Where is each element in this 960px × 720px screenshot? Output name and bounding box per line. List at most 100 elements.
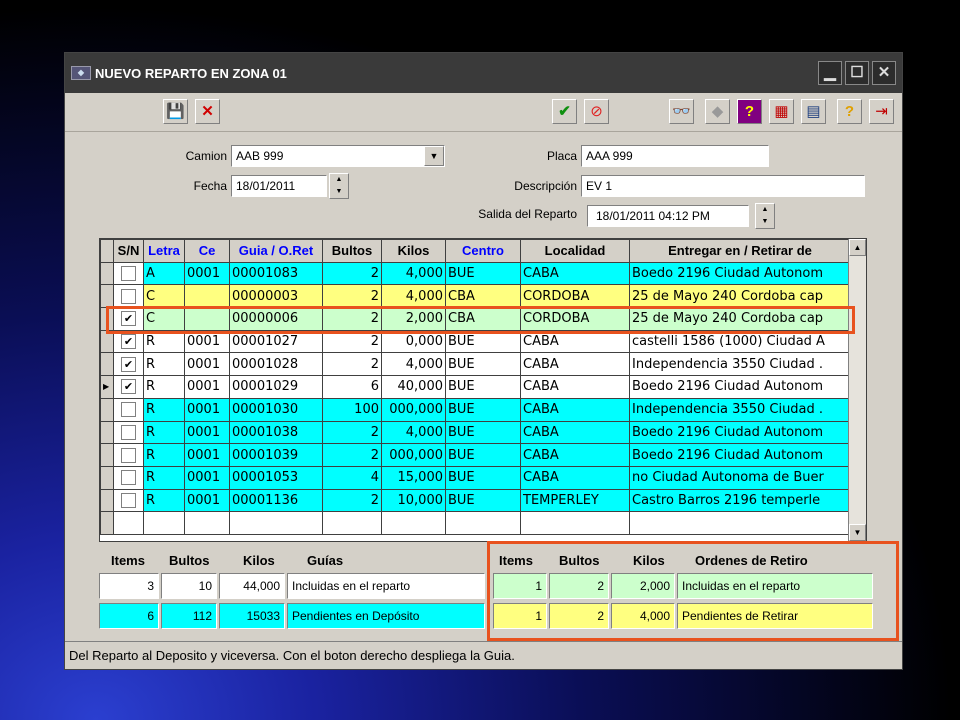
cell-ce[interactable]: 0001 bbox=[184, 465, 230, 490]
cell-letra[interactable] bbox=[143, 511, 185, 535]
col-header-centro[interactable]: Centro bbox=[445, 239, 521, 263]
cell-ce[interactable]: 0001 bbox=[184, 397, 230, 422]
cancel-button[interactable]: ✕ bbox=[195, 99, 220, 124]
cell-kilos[interactable]: 10,000 bbox=[381, 488, 446, 513]
help-book-button[interactable]: ? bbox=[737, 99, 762, 124]
cell-ce[interactable]: 0001 bbox=[184, 443, 230, 467]
cell-ce[interactable]: 0001 bbox=[184, 420, 230, 445]
cell-localidad[interactable]: CABA bbox=[520, 375, 630, 399]
col-header-kilos[interactable]: Kilos bbox=[381, 239, 446, 263]
cell-bultos[interactable]: 6 bbox=[322, 375, 382, 399]
help-button[interactable]: ? bbox=[837, 99, 862, 124]
cell-destino[interactable]: Independencia 3550 Ciudad . bbox=[629, 397, 851, 422]
cell-destino[interactable]: Castro Barros 2196 temperle bbox=[629, 488, 851, 513]
save-button[interactable]: 💾 bbox=[163, 99, 188, 124]
cell-centro[interactable]: BUE bbox=[445, 488, 521, 513]
grid-scrollbar[interactable]: ▲ ▼ bbox=[848, 239, 866, 541]
accept-button[interactable]: ✔ bbox=[552, 99, 577, 124]
cell-localidad[interactable]: CABA bbox=[520, 420, 630, 445]
cell-letra[interactable]: R bbox=[143, 465, 185, 490]
cell-centro[interactable]: BUE bbox=[445, 443, 521, 467]
cell-centro[interactable]: BUE bbox=[445, 261, 521, 286]
tag-button[interactable]: ◆ bbox=[705, 99, 730, 124]
cell-bultos[interactable]: 2 bbox=[322, 420, 382, 445]
row-checkbox[interactable] bbox=[121, 447, 136, 463]
cell-centro[interactable]: BUE bbox=[445, 420, 521, 445]
cell-letra[interactable]: R bbox=[143, 352, 185, 377]
cell-bultos[interactable]: 2 bbox=[322, 488, 382, 513]
cell-destino[interactable]: Independencia 3550 Ciudad . bbox=[629, 352, 851, 377]
cell-letra[interactable]: A bbox=[143, 261, 185, 286]
cell-bultos[interactable]: 100 bbox=[322, 397, 382, 422]
cell-kilos[interactable]: 4,000 bbox=[381, 352, 446, 377]
cell-guia[interactable]: 00001038 bbox=[229, 420, 323, 445]
cell-guia[interactable]: 00000003 bbox=[229, 284, 323, 309]
row-checkbox[interactable]: ✔ bbox=[121, 356, 136, 372]
cell-letra[interactable]: R bbox=[143, 420, 185, 445]
cell-guia[interactable]: 00001028 bbox=[229, 352, 323, 377]
table-row[interactable] bbox=[100, 511, 851, 535]
cell-centro[interactable]: BUE bbox=[445, 352, 521, 377]
col-header-destino[interactable]: Entregar en / Retirar de bbox=[629, 239, 851, 263]
cell-destino[interactable]: Boedo 2196 Ciudad Autonom bbox=[629, 261, 851, 286]
row-checkbox[interactable] bbox=[121, 266, 136, 282]
cell-bultos[interactable] bbox=[322, 511, 382, 535]
row-checkbox[interactable] bbox=[121, 470, 136, 486]
search-button[interactable]: 👓 bbox=[669, 99, 694, 124]
cell-bultos[interactable]: 4 bbox=[322, 465, 382, 490]
table-row[interactable]: A 0001 00001083 2 4,000 BUE CABA Boedo 2196 Ciu… bbox=[100, 261, 851, 286]
salida-field[interactable]: 18/01/2011 04:12 PM bbox=[587, 205, 749, 227]
reject-button[interactable]: ⊘ bbox=[584, 99, 609, 124]
cell-localidad[interactable]: TEMPERLEY bbox=[520, 488, 630, 513]
cell-localidad[interactable]: CABA bbox=[520, 397, 630, 422]
cell-ce[interactable] bbox=[184, 284, 230, 309]
cell-ce[interactable] bbox=[184, 511, 230, 535]
row-checkbox[interactable] bbox=[121, 402, 136, 418]
cell-localidad[interactable] bbox=[520, 511, 630, 535]
cell-ce[interactable]: 0001 bbox=[184, 261, 230, 286]
cell-kilos[interactable]: 000,000 bbox=[381, 443, 446, 467]
cell-destino[interactable]: Boedo 2196 Ciudad Autonom bbox=[629, 443, 851, 467]
cell-letra[interactable]: C bbox=[143, 284, 185, 309]
row-checkbox[interactable] bbox=[121, 424, 136, 440]
cell-centro[interactable] bbox=[445, 511, 521, 535]
cell-centro[interactable]: BUE bbox=[445, 375, 521, 399]
cell-localidad[interactable]: CABA bbox=[520, 465, 630, 490]
cell-kilos[interactable]: 4,000 bbox=[381, 261, 446, 286]
cell-ce[interactable]: 0001 bbox=[184, 352, 230, 377]
cell-kilos[interactable]: 40,000 bbox=[381, 375, 446, 399]
reparto-grid[interactable]: S/N Letra Ce Guia / O.Ret Bultos Kilos C… bbox=[99, 238, 867, 542]
calculator-button[interactable]: ▤ bbox=[801, 99, 826, 124]
placa-field[interactable]: AAA 999 bbox=[581, 145, 769, 167]
minimize-button[interactable]: ▁ bbox=[818, 61, 842, 85]
cell-guia[interactable]: 00001039 bbox=[229, 443, 323, 467]
col-header-bultos[interactable]: Bultos bbox=[322, 239, 382, 263]
cell-localidad[interactable]: CABA bbox=[520, 261, 630, 286]
cell-destino[interactable]: no Ciudad Autonoma de Buer bbox=[629, 465, 851, 490]
cell-kilos[interactable] bbox=[381, 511, 446, 535]
close-window-button[interactable]: ✕ bbox=[872, 61, 896, 85]
cell-destino[interactable]: Boedo 2196 Ciudad Autonom bbox=[629, 375, 851, 399]
maximize-button[interactable]: ☐ bbox=[845, 61, 869, 85]
table-row[interactable]: ▶ ✔ R 0001 00001029 6 40,000 BUE CABA Boedo 2196 … bbox=[100, 375, 851, 399]
cell-letra[interactable]: R bbox=[143, 397, 185, 422]
cell-letra[interactable]: R bbox=[143, 375, 185, 399]
cell-localidad[interactable]: CABA bbox=[520, 443, 630, 467]
fecha-field[interactable]: 18/01/2011 bbox=[231, 175, 327, 197]
scroll-down-button[interactable]: ▼ bbox=[849, 524, 866, 541]
cell-destino[interactable]: Boedo 2196 Ciudad Autonom bbox=[629, 420, 851, 445]
cell-destino[interactable] bbox=[629, 511, 851, 535]
cell-kilos[interactable]: 4,000 bbox=[381, 420, 446, 445]
col-header-letra[interactable]: Letra bbox=[143, 239, 185, 263]
cell-localidad[interactable]: CORDOBA bbox=[520, 284, 630, 309]
row-checkbox[interactable] bbox=[121, 492, 136, 508]
cell-destino[interactable]: 25 de Mayo 240 Cordoba cap bbox=[629, 284, 851, 309]
descripcion-field[interactable]: EV 1 bbox=[581, 175, 865, 197]
table-row[interactable]: C 00000003 2 4,000 CBA CORDOBA 25 de Mayo 240 … bbox=[100, 284, 851, 309]
table-button[interactable]: ▦ bbox=[769, 99, 794, 124]
row-checkbox[interactable] bbox=[121, 288, 136, 304]
col-header-localidad[interactable]: Localidad bbox=[520, 239, 630, 263]
camion-dropdown-button[interactable]: ▼ bbox=[424, 146, 444, 166]
table-row[interactable]: R 0001 00001136 2 10,000 BUE TEMPERLEY Castro B… bbox=[100, 488, 851, 513]
cell-ce[interactable]: 0001 bbox=[184, 375, 230, 399]
